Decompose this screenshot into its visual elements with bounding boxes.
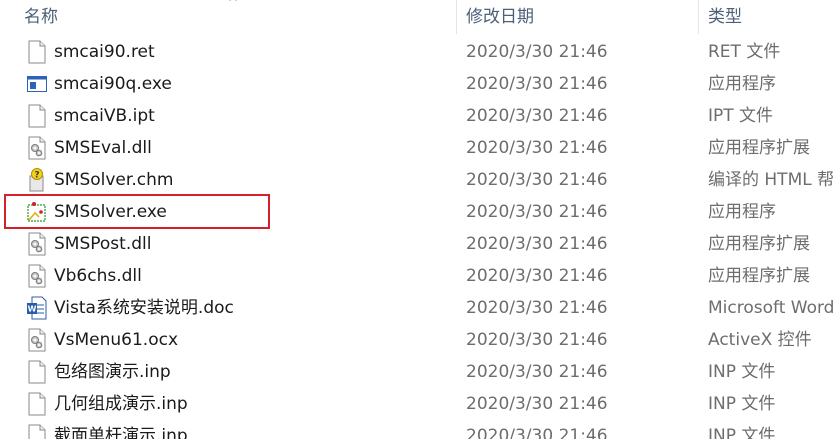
file-row[interactable]: smcaiVB.ipt 2020/3/30 21:46 IPT 文件	[0, 100, 838, 132]
file-type: INP 文件	[708, 426, 776, 439]
file-type: Microsoft Word	[708, 298, 835, 318]
column-divider[interactable]	[456, 0, 457, 34]
blank-file-icon	[26, 40, 48, 64]
file-type: INP 文件	[708, 362, 776, 382]
svg-text:W: W	[28, 305, 37, 314]
file-modified-date: 2020/3/30 21:46	[466, 42, 608, 62]
file-name: 包络图演示.inp	[54, 362, 171, 382]
file-row[interactable]: smcai90.ret 2020/3/30 21:46 RET 文件	[0, 36, 838, 68]
smsolver-app-icon	[26, 200, 48, 224]
file-name: SMSolver.chm	[54, 170, 174, 190]
dll-gear-icon	[26, 136, 48, 160]
file-modified-date: 2020/3/30 21:46	[466, 234, 608, 254]
blank-file-icon	[26, 360, 48, 384]
file-name: SMSPost.dll	[54, 234, 152, 254]
blank-file-icon	[26, 392, 48, 416]
file-modified-date: 2020/3/30 21:46	[466, 138, 608, 158]
file-name: Vista系统安装说明.doc	[54, 298, 234, 318]
file-row[interactable]: W Vista系统安装说明.doc 2020/3/30 21:46 Microsoft…	[0, 292, 838, 324]
file-type: ActiveX 控件	[708, 330, 812, 350]
word-doc-icon: W	[26, 296, 48, 320]
chm-help-icon: ?	[26, 168, 48, 192]
file-row[interactable]: VsMenu61.ocx 2020/3/30 21:46 ActiveX 控件	[0, 324, 838, 356]
file-row[interactable]: 几何组成演示.inp 2020/3/30 21:46 INP 文件	[0, 388, 838, 420]
blank-file-icon	[26, 104, 48, 128]
file-row[interactable]: 截面单杆演示.inp 2020/3/30 21:46 INP 文件	[0, 420, 838, 439]
file-name: SMSolver.exe	[54, 202, 167, 222]
svg-text:?: ?	[34, 171, 39, 181]
file-modified-date: 2020/3/30 21:46	[466, 426, 608, 439]
file-type: 应用程序扩展	[708, 266, 810, 286]
file-modified-date: 2020/3/30 21:46	[466, 394, 608, 414]
file-row[interactable]: Vb6chs.dll 2020/3/30 21:46 应用程序扩展	[0, 260, 838, 292]
column-header-name[interactable]: 名称	[24, 0, 454, 34]
file-type: RET 文件	[708, 42, 781, 62]
file-name: smcaiVB.ipt	[54, 106, 155, 126]
dll-gear-icon	[26, 328, 48, 352]
file-modified-date: 2020/3/30 21:46	[466, 170, 608, 190]
file-name: SMSEval.dll	[54, 138, 152, 158]
file-name: smcai90.ret	[54, 42, 155, 62]
file-modified-date: 2020/3/30 21:46	[466, 362, 608, 382]
file-modified-date: 2020/3/30 21:46	[466, 266, 608, 286]
file-type: 编译的 HTML 帮	[708, 170, 835, 190]
file-modified-date: 2020/3/30 21:46	[466, 298, 608, 318]
file-modified-date: 2020/3/30 21:46	[466, 106, 608, 126]
file-name: smcai90q.exe	[54, 74, 172, 94]
column-divider[interactable]	[698, 0, 699, 34]
file-type: IPT 文件	[708, 106, 774, 126]
file-explorer-details-view: ^ 名称 修改日期 类型 smcai90.ret 2020/3/30 21:46 R…	[0, 0, 838, 439]
exe-window-icon	[26, 72, 48, 96]
blank-file-icon	[26, 424, 48, 439]
file-row[interactable]: SMSolver.exe 2020/3/30 21:46 应用程序	[0, 196, 838, 228]
file-row[interactable]: SMSEval.dll 2020/3/30 21:46 应用程序扩展	[0, 132, 838, 164]
file-modified-date: 2020/3/30 21:46	[466, 330, 608, 350]
file-modified-date: 2020/3/30 21:46	[466, 74, 608, 94]
file-row[interactable]: SMSPost.dll 2020/3/30 21:46 应用程序扩展	[0, 228, 838, 260]
file-name: Vb6chs.dll	[54, 266, 142, 286]
file-modified-date: 2020/3/30 21:46	[466, 202, 608, 222]
file-name: VsMenu61.ocx	[54, 330, 179, 350]
file-row[interactable]: ? SMSolver.chm 2020/3/30 21:46 编译的 HTML 帮	[0, 164, 838, 196]
column-header-bar: ^ 名称 修改日期 类型	[0, 0, 838, 34]
file-type: 应用程序	[708, 74, 776, 94]
file-name: 截面单杆演示.inp	[54, 426, 188, 439]
dll-gear-icon	[26, 264, 48, 288]
dll-gear-icon	[26, 232, 48, 256]
file-type: INP 文件	[708, 394, 776, 414]
file-type: 应用程序扩展	[708, 138, 810, 158]
file-type: 应用程序	[708, 202, 776, 222]
column-header-modified[interactable]: 修改日期	[466, 0, 696, 34]
file-type: 应用程序扩展	[708, 234, 810, 254]
column-header-type[interactable]: 类型	[708, 0, 838, 34]
file-name: 几何组成演示.inp	[54, 394, 188, 414]
file-row[interactable]: smcai90q.exe 2020/3/30 21:46 应用程序	[0, 68, 838, 100]
file-row[interactable]: 包络图演示.inp 2020/3/30 21:46 INP 文件	[0, 356, 838, 388]
